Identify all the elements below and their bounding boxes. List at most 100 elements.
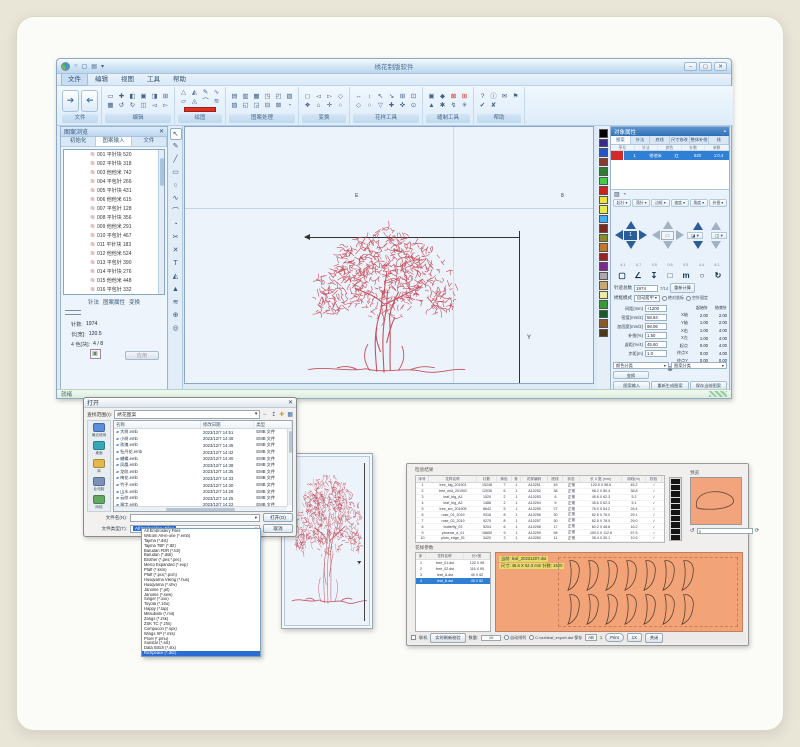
ribbon-icon[interactable]: ⊙ bbox=[411, 101, 416, 110]
properties-tab-5[interactable]: 线 bbox=[709, 136, 729, 144]
file-row[interactable]: ▰龙纹.emb2023/12/7 14:35EMB 文件 bbox=[114, 469, 292, 476]
hoop-mode-select[interactable]: 自动居中 ▾ bbox=[634, 295, 660, 302]
ribbon-icon[interactable]: ⌂ bbox=[317, 101, 321, 110]
stitch-block-row[interactable]: ≋015 他他米 448 bbox=[90, 276, 164, 285]
ribbon-icon[interactable]: ⊠ bbox=[451, 92, 456, 101]
file-row[interactable]: ▰凤凰.emb2023/12/7 14:38EMB 文件 bbox=[114, 462, 292, 469]
text-tool-icon[interactable]: T bbox=[170, 258, 182, 270]
ribbon-icon[interactable]: ◰ bbox=[275, 92, 281, 101]
scale-1x-button[interactable]: 1X bbox=[627, 633, 642, 642]
parameter-chip[interactable]: 落针 ▾ bbox=[632, 199, 650, 207]
thread-color-swatch[interactable] bbox=[599, 272, 608, 281]
file-column-header[interactable]: 类型 bbox=[254, 421, 292, 428]
resize-grip[interactable] bbox=[709, 391, 727, 397]
ribbon-icon[interactable]: ▣ bbox=[140, 92, 146, 101]
ribbon-icon[interactable]: ○ bbox=[368, 101, 372, 110]
ribbon-icon[interactable]: ⊟ bbox=[265, 101, 270, 110]
select-tool-icon[interactable]: ↖ bbox=[170, 128, 182, 140]
ribbon-icon[interactable]: ○ bbox=[339, 101, 343, 110]
circle-icon[interactable]: ○ bbox=[696, 270, 709, 282]
arrow-left-icon[interactable] bbox=[652, 230, 660, 240]
leaf-shape[interactable] bbox=[676, 559, 700, 592]
record-highlight-button[interactable] bbox=[184, 107, 216, 112]
ribbon-icon[interactable]: ◨ bbox=[151, 92, 157, 101]
file-row[interactable]: ▰竹子.emb2023/12/7 14:30EMB 文件 bbox=[114, 482, 292, 489]
object-table-selected-row[interactable]: 1他他米红5201:0.4 bbox=[611, 151, 729, 160]
ribbon-icon[interactable]: ⌒ bbox=[202, 97, 209, 106]
stitch-block-row[interactable]: ≋010 平包针 467 bbox=[90, 231, 164, 240]
ribbon-icon[interactable]: ↕ bbox=[368, 92, 371, 101]
stitch-block-row[interactable]: ≋012 他他米 524 bbox=[90, 249, 164, 258]
ribbon-icon[interactable]: ✚ bbox=[389, 101, 394, 110]
thread-color-swatch[interactable] bbox=[599, 177, 608, 186]
rotate-right-icon[interactable]: ⟳ bbox=[755, 528, 760, 534]
thread-color-swatch[interactable] bbox=[599, 281, 608, 290]
file-column-header[interactable]: 名称 bbox=[114, 421, 201, 428]
spiral-tool-icon[interactable]: ◔ bbox=[170, 219, 182, 231]
up-folder-icon[interactable]: ↥ bbox=[271, 411, 276, 418]
filetype-dropdown-list[interactable]: All Embroidery FilesWilcom All-in-one (*… bbox=[141, 528, 261, 657]
ribbon-icon[interactable]: ✉ bbox=[502, 92, 507, 101]
check-column-header[interactable]: 针数 bbox=[477, 476, 497, 482]
menu-item-0[interactable]: 文件 bbox=[61, 73, 88, 86]
thread-color-swatch[interactable] bbox=[599, 319, 608, 328]
drop-anchor-icon[interactable]: ↧ bbox=[648, 270, 661, 282]
ribbon-icon[interactable]: ✚ bbox=[119, 92, 124, 101]
fill-tool-icon[interactable]: ◭ bbox=[170, 271, 182, 283]
ribbon-icon[interactable]: ◻ bbox=[305, 92, 310, 101]
thread-color-swatch[interactable] bbox=[599, 167, 608, 176]
ribbon-icon[interactable]: ❖ bbox=[305, 101, 311, 110]
option-auto-arrange[interactable]: 自动排列 bbox=[504, 635, 526, 641]
stitch-block-row[interactable]: ≋016 平包针 332 bbox=[90, 285, 164, 294]
color-block-icon[interactable]: ▣ bbox=[90, 349, 101, 359]
parameter-chip[interactable]: 边框 ▾ bbox=[651, 199, 669, 207]
thread-color-swatch[interactable] bbox=[599, 129, 608, 138]
scrollbar-thumb[interactable] bbox=[160, 158, 164, 186]
ribbon-icon[interactable]: ✳ bbox=[462, 101, 467, 110]
ribbon-icon[interactable]: ◭ bbox=[192, 88, 197, 97]
thread-color-swatch[interactable] bbox=[599, 139, 608, 148]
node-edit-tool-icon[interactable]: ✎ bbox=[170, 141, 182, 153]
knife-tool-icon[interactable]: ✕ bbox=[170, 245, 182, 257]
stitch-block-row[interactable]: ≋008 平针块 356 bbox=[90, 213, 164, 222]
square-icon[interactable]: □ bbox=[664, 270, 677, 282]
ellipse-tool-icon[interactable]: ○ bbox=[170, 180, 182, 192]
monogram-icon[interactable]: m bbox=[680, 270, 693, 282]
thread-color-swatch[interactable] bbox=[599, 329, 608, 338]
ribbon-icon[interactable]: ▻ bbox=[327, 92, 332, 101]
file-row[interactable]: ▰蝴蝶.emb2023/12/7 14:40EMB 文件 bbox=[114, 455, 292, 462]
sidebar-item-桌面[interactable]: 桌面 bbox=[93, 441, 105, 456]
color-category-select[interactable]: 颜色分类▾ bbox=[613, 362, 669, 369]
stitch-block-row[interactable]: ≋003 他他米 742 bbox=[90, 168, 164, 177]
hatch-icon[interactable]: ▨ bbox=[614, 191, 620, 198]
ribbon-icon[interactable]: ✎ bbox=[203, 88, 208, 97]
ribbon-icon[interactable]: ◅ bbox=[316, 92, 321, 101]
stitch-block-row[interactable]: ≋014 平针块 276 bbox=[90, 267, 164, 276]
ribbon-icon[interactable]: ▦ bbox=[107, 101, 113, 110]
thread-color-swatch[interactable] bbox=[599, 186, 608, 195]
check-table-row[interactable]: 10plum_edge_01342031A1026011正常38.4 X 30.… bbox=[416, 536, 664, 542]
thread-color-swatch[interactable] bbox=[599, 148, 608, 157]
ribbon-icon[interactable]: ↯ bbox=[451, 101, 456, 110]
ribbon-icon[interactable]: ◲ bbox=[253, 101, 259, 110]
arrow-down-icon[interactable] bbox=[711, 241, 721, 249]
ribbon-icon[interactable]: ✘ bbox=[491, 101, 496, 110]
menu-item-1[interactable]: 编辑 bbox=[89, 74, 114, 85]
file-row[interactable]: ▰云纹.emb2023/12/7 14:25EMB 文件 bbox=[114, 495, 292, 502]
file-row[interactable]: ▰山水.emb2023/12/7 14:28EMB 文件 bbox=[114, 488, 292, 495]
file-row[interactable]: ▰玫瑰.emb2023/12/7 14:45EMB 文件 bbox=[114, 442, 292, 449]
ribbon-icon[interactable]: ▤ bbox=[231, 92, 237, 101]
parameter-value[interactable]: 1.50 bbox=[645, 332, 667, 339]
look-in-select[interactable]: 绣花图案 ▾ bbox=[114, 410, 260, 419]
dialog-title-bar[interactable]: 打开 ✕ bbox=[84, 398, 296, 408]
ribbon-icon[interactable]: ◱ bbox=[242, 101, 248, 110]
ribbon-icon[interactable]: ✱ bbox=[440, 101, 445, 110]
step-chip[interactable]: ◫ ▾ bbox=[711, 232, 727, 239]
thread-color-swatch[interactable] bbox=[599, 300, 608, 309]
arrow-right-icon[interactable] bbox=[639, 230, 647, 240]
minimize-button[interactable]: – bbox=[684, 62, 697, 71]
sidebar-item-库[interactable]: 库 bbox=[93, 459, 105, 474]
print-button[interactable]: Print bbox=[605, 633, 624, 642]
pie-icon[interactable]: ◔ bbox=[623, 192, 627, 198]
thread-color-swatch[interactable] bbox=[599, 253, 608, 262]
